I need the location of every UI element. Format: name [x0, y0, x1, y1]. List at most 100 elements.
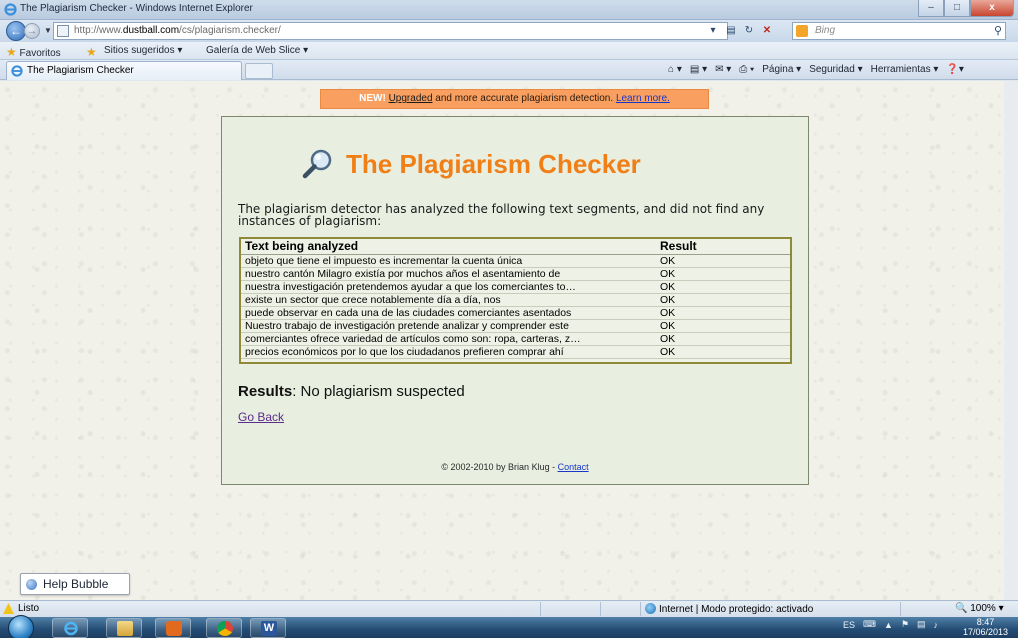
segment-result: OK — [656, 345, 790, 359]
search-box[interactable]: Bing ⚲ — [792, 22, 1006, 40]
arrow-right-icon: → — [27, 26, 37, 37]
help-bubble-label: Help Bubble — [43, 577, 109, 591]
table-header-row: Text being analyzed Result — [241, 239, 790, 255]
column-header-text: Text being analyzed — [241, 239, 656, 255]
start-button[interactable] — [8, 615, 34, 638]
ie-logo-icon — [64, 621, 78, 636]
taskbar-media-button[interactable] — [155, 618, 191, 638]
globe-icon — [645, 603, 656, 614]
taskbar-word-button[interactable]: W — [250, 618, 286, 638]
intro-text: The plagiarism detector has analyzed the… — [238, 202, 765, 228]
forward-button[interactable]: → — [24, 23, 40, 39]
learn-more-link[interactable]: Learn more. — [616, 93, 670, 104]
results-value: : No plagiarism suspected — [292, 383, 465, 400]
results-table: Text being analyzed Result objeto que ti… — [239, 237, 792, 364]
keyboard-icon[interactable]: ⌨ — [863, 619, 876, 630]
contact-link[interactable]: Contact — [558, 462, 589, 472]
system-clock[interactable]: 8:47 17/06/2013 — [963, 617, 1008, 637]
windows-taskbar: W ES ⌨ ▲ ⚑ ▤ ♪ 8:47 17/06/2013 — [0, 615, 1018, 638]
language-indicator[interactable]: ES — [843, 620, 855, 630]
media-player-icon — [166, 621, 182, 636]
new-tab-button[interactable] — [245, 63, 273, 79]
page-title: The Plagiarism Checker — [346, 148, 641, 179]
status-text: Listo — [18, 603, 40, 614]
taskbar-ie-button[interactable] — [52, 618, 88, 638]
copyright-text: © 2002-2010 by Brian Klug - — [441, 462, 558, 472]
checker-panel: The Plagiarism Checker The plagiarism de… — [221, 116, 809, 485]
ie-logo-icon — [4, 3, 17, 16]
security-zone[interactable]: Internet | Modo protegido: activado — [645, 603, 813, 615]
info-icon — [26, 579, 37, 590]
refresh-icon[interactable]: ↻ — [742, 24, 756, 39]
bing-icon — [796, 25, 808, 37]
address-tools: ▾ ▤ ↻ ✕ — [706, 23, 774, 39]
status-bar: Listo Internet | Modo protegido: activad… — [0, 600, 1018, 617]
tab-label: The Plagiarism Checker — [27, 65, 134, 76]
banner-new-label: NEW! — [359, 93, 386, 104]
table-row: nuestro cantón Milagro existía por mucho… — [241, 267, 790, 281]
home-icon[interactable]: ⌂ ▾ — [668, 64, 682, 75]
help-icon[interactable]: ❓▾ — [946, 64, 963, 75]
segment-text: nuestro cantón Milagro existía por mucho… — [241, 267, 656, 281]
upgrade-banner: NEW! Upgraded and more accurate plagiari… — [320, 89, 709, 109]
help-bubble-button[interactable]: Help Bubble — [20, 573, 130, 595]
segment-result: OK — [656, 319, 790, 333]
menu-security[interactable]: Seguridad ▾ — [809, 64, 862, 75]
page-heading: The Plagiarism Checker — [302, 147, 742, 181]
add-favorites-icon[interactable]: ★ — [86, 45, 97, 59]
print-icon[interactable]: ⎙ ▾ — [739, 64, 754, 75]
status-divider — [640, 602, 641, 616]
segment-result: OK — [656, 293, 790, 307]
table-row: existe un sector que crece notablemente … — [241, 293, 790, 307]
menu-tools[interactable]: Herramientas ▾ — [871, 64, 939, 75]
arrow-left-icon: ← — [10, 24, 22, 38]
upgraded-link[interactable]: Upgraded — [389, 93, 433, 104]
chrome-icon — [217, 621, 233, 636]
results-label: Results — [238, 383, 293, 400]
search-icon[interactable]: ⚲ — [994, 24, 1002, 37]
magnifier-icon — [302, 149, 332, 179]
stop-icon[interactable]: ✕ — [760, 24, 774, 39]
table-row: comerciantes ofrece variedad de artículo… — [241, 332, 790, 346]
table-row: objeto que tiene el impuesto es incremen… — [241, 254, 790, 268]
window-titlebar: The Plagiarism Checker - Windows Interne… — [0, 0, 1018, 20]
dropdown-arrow-icon[interactable]: ▾ — [706, 24, 720, 39]
navigation-bar: ← → ▼ http://www.dustball.com/cs/plagiar… — [0, 20, 1018, 42]
favorites-button[interactable]: ★ Favoritos — [6, 45, 61, 59]
table-row: puede observar en cada una de las ciudad… — [241, 306, 790, 320]
volume-icon[interactable]: ♪ — [934, 620, 939, 630]
status-divider — [540, 602, 541, 616]
history-dropdown-icon[interactable]: ▼ — [44, 26, 52, 35]
menu-page[interactable]: Página ▾ — [762, 64, 801, 75]
feeds-icon[interactable]: ▤ ▾ — [690, 64, 707, 75]
url-text[interactable]: http://www.dustball.com/cs/plagiarism.ch… — [74, 25, 281, 36]
address-bar[interactable]: http://www.dustball.com/cs/plagiarism.ch… — [53, 22, 728, 40]
zoom-level[interactable]: 🔍 100% ▾ — [955, 603, 1004, 614]
ie-logo-icon — [11, 65, 23, 77]
go-back-link[interactable]: Go Back — [238, 410, 284, 424]
taskbar-chrome-button[interactable] — [206, 618, 242, 638]
banner-text: and more accurate plagiarism detection. — [432, 93, 616, 104]
close-button[interactable]: x — [970, 0, 1014, 17]
minimize-button[interactable]: – — [918, 0, 944, 17]
mail-icon[interactable]: ✉ ▾ — [715, 64, 731, 75]
segment-result: OK — [656, 254, 790, 268]
action-center-icon[interactable]: ⚑ — [901, 619, 909, 630]
system-tray: ES ⌨ ▲ ⚑ ▤ ♪ — [843, 619, 938, 630]
network-icon[interactable]: ▤ — [917, 619, 926, 630]
page-viewport: NEW! Upgraded and more accurate plagiari… — [0, 81, 1018, 600]
taskbar-explorer-button[interactable] — [106, 618, 142, 638]
clock-date: 17/06/2013 — [963, 627, 1009, 637]
window-title: The Plagiarism Checker - Windows Interne… — [20, 3, 253, 14]
tray-expand-icon[interactable]: ▲ — [884, 620, 893, 630]
suggested-sites-link[interactable]: Sitios sugeridos ▾ — [104, 45, 182, 56]
folder-icon — [117, 621, 133, 636]
tab-plagiarism-checker[interactable]: The Plagiarism Checker — [6, 61, 242, 80]
compatibility-view-icon[interactable]: ▤ — [724, 24, 738, 39]
segment-text: Nuestro trabajo de investigación pretend… — [241, 319, 656, 333]
tab-bar: The Plagiarism Checker ⌂ ▾ ▤ ▾ ✉ ▾ ⎙ ▾ P… — [0, 60, 1018, 80]
segment-result: OK — [656, 267, 790, 281]
web-slice-gallery-link[interactable]: Galería de Web Slice ▾ — [206, 45, 308, 56]
maximize-button[interactable]: □ — [944, 0, 970, 17]
back-button[interactable]: ← — [6, 21, 26, 41]
